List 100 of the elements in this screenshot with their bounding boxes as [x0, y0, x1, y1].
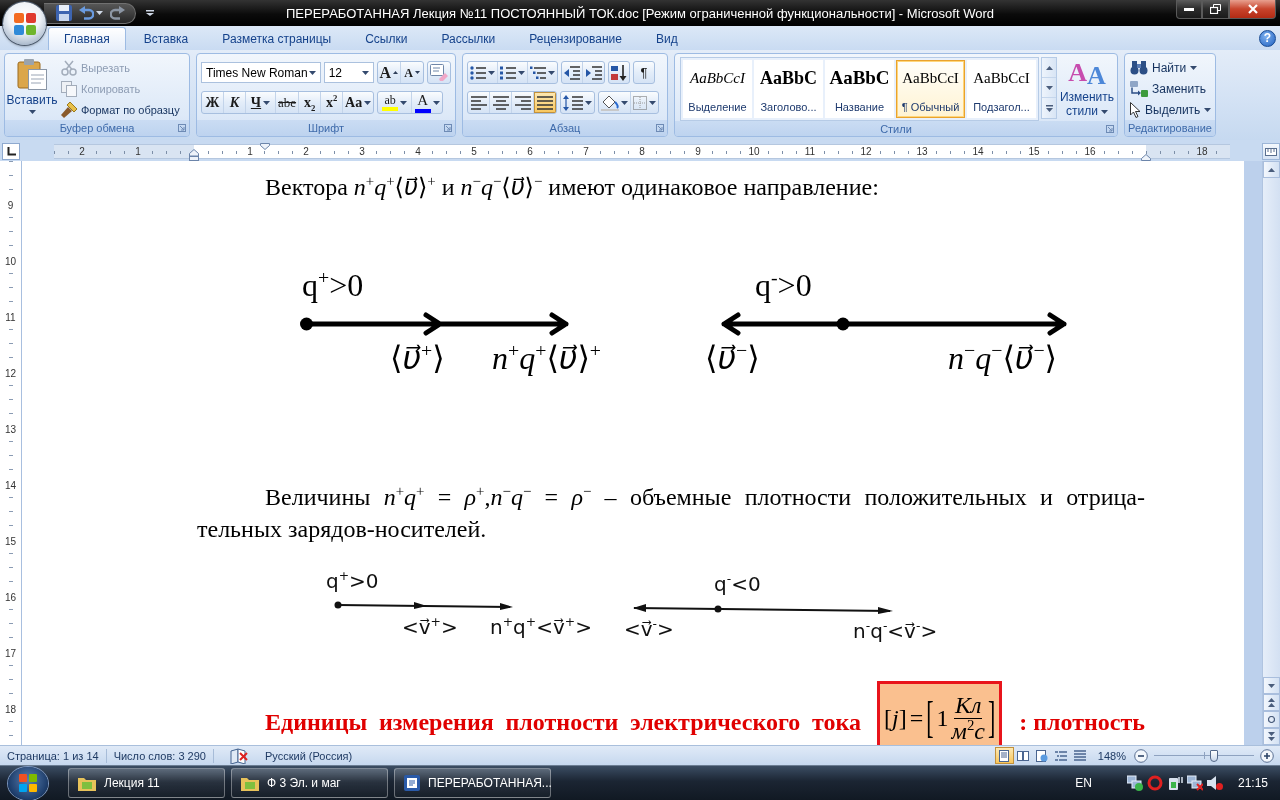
superscript-button[interactable]: x$^{2}$	[321, 92, 344, 113]
clear-format-icon	[430, 64, 448, 81]
caret-icon	[649, 100, 656, 105]
format-painter-button[interactable]: Формат по образцу	[59, 99, 182, 120]
case-button[interactable]: Aa	[343, 92, 374, 113]
save-button[interactable]	[54, 4, 74, 22]
bold-button[interactable]: Ж	[202, 92, 224, 113]
taskbar-button[interactable]: ПЕРЕРАБОТАННАЯ...	[394, 768, 551, 798]
close-button[interactable]	[1229, 0, 1276, 19]
style-tile[interactable]: AaBbC Заголово...	[754, 60, 823, 118]
tab-selector-button[interactable]	[2, 143, 20, 160]
tray-button[interactable]	[1206, 775, 1223, 791]
taskbar-button[interactable]: Лекция 11	[68, 768, 225, 798]
previous-page-button[interactable]	[1263, 694, 1280, 711]
font-color-button[interactable]: A	[412, 92, 443, 113]
more-icon	[1045, 104, 1053, 112]
minimize-button[interactable]	[1176, 0, 1202, 19]
select-button[interactable]: Выделить	[1128, 99, 1212, 120]
caret-icon	[548, 70, 555, 75]
style-tile[interactable]: AaBbCcI ¶ Обычный	[896, 60, 965, 118]
taskbar-button[interactable]: Ф 3 Эл. и маг	[231, 768, 388, 798]
gallery-up-button[interactable]	[1042, 58, 1056, 78]
diagram-label: ⟨υ⃗$^{−}$⟩	[705, 340, 760, 377]
line-spacing-icon	[563, 94, 583, 111]
ribbon-tab[interactable]: Главная	[48, 27, 126, 50]
grow-font-button[interactable]: A	[377, 62, 401, 83]
subscript-button[interactable]: x$_{2}$	[299, 92, 322, 113]
style-tile[interactable]: AaBbCcI Выделение	[683, 60, 752, 118]
paragraph-text: Единицы измерения плотности электрического тока	[265, 708, 861, 736]
ruler-number: 17	[4, 646, 17, 660]
power-icon	[1166, 775, 1183, 791]
word-count[interactable]: Число слов: 3 290	[106, 746, 213, 765]
diagram-label: q$^{+}$>0	[302, 267, 364, 304]
align-right-icon	[514, 95, 531, 110]
tray-button[interactable]	[1186, 775, 1203, 791]
gallery-down-button[interactable]	[1042, 78, 1056, 98]
restore-button[interactable]	[1202, 0, 1229, 19]
next-page-button[interactable]	[1263, 728, 1280, 745]
numbering-button[interactable]	[498, 62, 528, 83]
tray-button[interactable]	[1166, 775, 1183, 791]
view-button[interactable]	[994, 747, 1014, 764]
zoom-in-button[interactable]	[1260, 748, 1274, 763]
customize-caret-icon	[146, 10, 154, 16]
ribbon-tab[interactable]: Вид	[639, 27, 694, 50]
language-status[interactable]: Русский (Россия)	[257, 746, 360, 765]
zoom-out-button[interactable]	[1134, 748, 1148, 763]
ribbon-tab[interactable]: Вставка	[127, 27, 205, 50]
sort-button[interactable]	[608, 61, 630, 84]
tray-button[interactable]	[1126, 775, 1143, 791]
ruler-number: 11	[5, 310, 16, 324]
clear-format-button[interactable]	[427, 61, 451, 84]
ruler-number: 5	[469, 146, 479, 157]
gallery-more-button[interactable]	[1042, 98, 1056, 118]
font-size-field[interactable]: 12	[323, 62, 374, 83]
formula-text: [j]	[884, 704, 907, 732]
restore-icon	[1210, 4, 1221, 14]
change-styles-button[interactable]: AA Изменить стили	[1059, 57, 1115, 118]
find-button[interactable]: Найти	[1128, 57, 1212, 78]
page-count[interactable]: Страница: 1 из 14	[0, 746, 106, 765]
start-button[interactable]	[8, 766, 48, 800]
clock[interactable]: 21:15	[1237, 776, 1268, 790]
browse-object-button[interactable]	[1263, 711, 1280, 728]
customize-button[interactable]	[144, 8, 156, 18]
line-spacing-button[interactable]	[560, 91, 595, 114]
indent-marker-icon	[189, 149, 199, 161]
italic-button[interactable]: К	[224, 92, 246, 113]
clipboard-icon	[17, 58, 47, 90]
document-icon	[404, 775, 420, 791]
scroll-down-button[interactable]	[1263, 677, 1280, 694]
ruler-number: 4	[413, 146, 423, 157]
view-ruler-button[interactable]	[1262, 143, 1280, 160]
zoom-level-button[interactable]: 148%	[1089, 749, 1134, 762]
style-tile[interactable]: AaBbCcI Подзагол...	[967, 60, 1036, 118]
undo-button[interactable]	[77, 4, 105, 22]
underline-button[interactable]: Ч	[246, 92, 276, 113]
increase-indent-icon	[585, 65, 602, 80]
strike-button[interactable]: abe	[276, 92, 300, 113]
ribbon-tab[interactable]: Разметка страницы	[206, 27, 348, 50]
align-left-button[interactable]	[468, 92, 490, 113]
font-name-field[interactable]: Times New Roman	[201, 62, 321, 83]
redo-button[interactable]	[108, 4, 127, 22]
ribbon-tab[interactable]: Рецензирование	[513, 27, 638, 50]
highlight-button[interactable]: ab	[378, 92, 413, 113]
align-justify-button[interactable]	[534, 92, 556, 113]
input-language[interactable]: EN	[1075, 776, 1092, 790]
caret-icon	[518, 70, 525, 75]
ribbon-tab[interactable]: Рассылки	[425, 27, 512, 50]
zoom-slider-thumb[interactable]	[1210, 749, 1218, 762]
ribbon-tab[interactable]: Ссылки	[349, 27, 424, 50]
style-tile[interactable]: AaBbC Название	[825, 60, 894, 118]
paste-button[interactable]: Вставить	[5, 54, 59, 120]
replace-button[interactable]: Заменить	[1128, 78, 1212, 99]
decrease-indent-button[interactable]	[562, 62, 583, 83]
align-center-button[interactable]	[490, 92, 512, 113]
show-marks-button[interactable]: ¶	[633, 61, 655, 84]
bullets-button[interactable]	[468, 62, 498, 83]
scroll-up-button[interactable]	[1263, 161, 1280, 178]
ruler-number: 10	[746, 146, 762, 157]
shrink-font-button[interactable]: A	[401, 62, 423, 83]
shading-button[interactable]	[599, 92, 631, 113]
